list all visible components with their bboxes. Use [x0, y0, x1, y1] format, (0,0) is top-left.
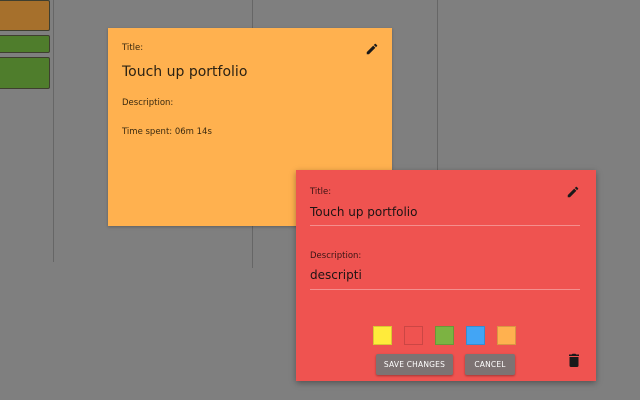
note-edit-card[interactable]: Title: Touch up portfolio Description: d… [296, 170, 596, 381]
color-swatch-blue[interactable] [466, 326, 485, 345]
description-input[interactable]: descripti [310, 268, 362, 282]
board-canvas: Title: Touch up portfolio Description: T… [0, 0, 640, 400]
title-label: Title: [310, 187, 332, 197]
description-underline [310, 289, 580, 290]
background-note[interactable] [0, 57, 50, 89]
background-note[interactable] [0, 35, 50, 53]
time-spent: Time spent: 06m 14s [122, 127, 212, 137]
note-title: Touch up portfolio [122, 64, 248, 80]
color-picker [373, 326, 516, 345]
color-swatch-yellow[interactable] [373, 326, 392, 345]
description-label: Description: [310, 251, 362, 261]
color-swatch-green[interactable] [435, 326, 454, 345]
save-changes-button[interactable]: SAVE CHANGES [376, 354, 453, 375]
title-input[interactable]: Touch up portfolio [310, 205, 417, 219]
column-divider [53, 0, 54, 262]
cancel-button[interactable]: CANCEL [465, 354, 515, 375]
color-swatch-orange[interactable] [497, 326, 516, 345]
background-note[interactable] [0, 0, 50, 31]
title-label: Title: [122, 43, 144, 53]
description-label: Description: [122, 98, 174, 108]
pencil-icon[interactable] [365, 41, 379, 55]
title-underline [310, 225, 580, 226]
trash-icon[interactable] [568, 352, 580, 367]
column-divider [437, 0, 438, 172]
color-swatch-red[interactable] [404, 326, 423, 345]
pencil-icon[interactable] [566, 184, 580, 198]
